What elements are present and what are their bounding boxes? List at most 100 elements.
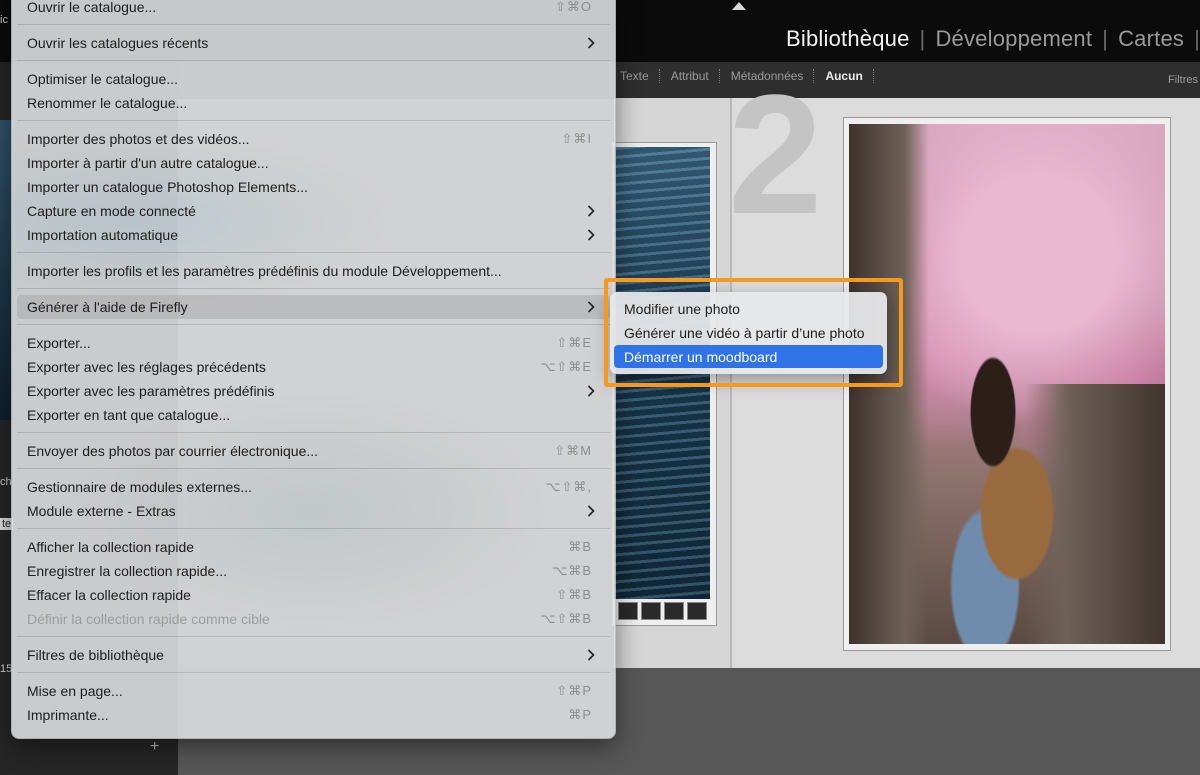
menu-item-label: Envoyer des photos par courrier électron…	[27, 443, 319, 459]
menu-item-importer-a-partir-d-un-autre-catalogue[interactable]: Importer à partir d'un autre catalogue..…	[17, 151, 610, 175]
menu-item-shortcut: ⌥⇧⌘B	[540, 611, 592, 626]
crop-badge-icon[interactable]	[641, 602, 661, 620]
menu-item-importer-des-photos-et-des-videos[interactable]: Importer des photos et des vidéos... ⇧⌘I	[17, 127, 610, 151]
menu-item-label: Exporter...	[27, 335, 91, 351]
edit-badge-icon[interactable]	[687, 602, 707, 620]
grid-cell-index: 2	[728, 60, 823, 250]
menu-item-label: Exporter avec les réglages précédents	[27, 359, 266, 375]
menu-item-shortcut: ⌘P	[568, 707, 592, 722]
menu-item-shortcut: ⇧⌘E	[556, 335, 592, 350]
left-panel-text-fragment: ch	[0, 476, 12, 488]
chevron-right-icon	[588, 229, 595, 241]
menu-item-importer-les-profils-et-les-parametres-predefinis-du-module-developpement[interactable]: Importer les profils et les paramètres p…	[17, 259, 610, 283]
module-picker: Bibliothèque | Développement | Cartes |	[776, 24, 1200, 54]
menu-item-exporter-en-tant-que-catalogue[interactable]: Exporter en tant que catalogue...	[17, 403, 610, 427]
photo-person	[929, 354, 1089, 644]
menu-item-filtres-de-bibliotheque[interactable]: Filtres de bibliothèque	[17, 643, 610, 667]
thumbnail-badges	[618, 602, 707, 620]
filter-text[interactable]: Texte	[610, 69, 659, 83]
menu-item-shortcut: ⌘B	[568, 539, 592, 554]
menu-item-effacer-la-collection-rapide[interactable]: Effacer la collection rapide ⇧⌘B	[17, 583, 610, 607]
menu-item-enregistrer-la-collection-rapide[interactable]: Enregistrer la collection rapide... ⌥⌘B	[17, 559, 610, 583]
menu-item-label: Capture en mode connecté	[27, 203, 196, 219]
left-panel-text-fragment: ic	[0, 14, 8, 26]
menu-item-shortcut: ⇧⌘I	[561, 131, 592, 146]
menu-item-label: Ouvrir les catalogues récents	[27, 35, 209, 51]
filter-none[interactable]: Aucun	[815, 69, 872, 83]
menu-separator	[17, 528, 610, 529]
filter-attribute[interactable]: Attribut	[661, 69, 719, 83]
chevron-right-icon	[588, 37, 595, 49]
menu-item-shortcut: ⇧⌘P	[556, 683, 592, 698]
menu-item-label: Filtres de bibliothèque	[27, 647, 164, 663]
menu-item-gestionnaire-de-modules-externes[interactable]: Gestionnaire de modules externes... ⌥⇧⌘,	[17, 475, 610, 499]
menu-item-exporter-avec-les-reglages-precedents[interactable]: Exporter avec les réglages précédents ⌥⇧⌘…	[17, 355, 610, 379]
menu-separator	[17, 60, 610, 61]
menu-item-label: Importer un catalogue Photoshop Elements…	[27, 179, 308, 195]
filter-divider	[872, 69, 875, 83]
callout-highlight-box	[604, 278, 903, 387]
menu-separator	[17, 24, 610, 25]
menu-item-label: Module externe - Extras	[27, 503, 176, 519]
menu-item-label: Optimiser le catalogue...	[27, 71, 178, 87]
menu-item-label: Importer des photos et des vidéos...	[27, 131, 250, 147]
menu-item-exporter[interactable]: Exporter... ⇧⌘E	[17, 331, 610, 355]
menu-separator	[17, 432, 610, 433]
add-plus-icon[interactable]: +	[150, 738, 159, 756]
collapse-panel-arrow-icon[interactable]	[732, 2, 746, 10]
menu-item-mise-en-page[interactable]: Mise en page... ⇧⌘P	[17, 679, 610, 703]
menu-item-shortcut: ⌥⇧⌘,	[545, 479, 592, 494]
menu-item-imprimante[interactable]: Imprimante... ⌘P	[17, 703, 610, 727]
menu-separator	[17, 324, 610, 325]
menu-item-label: Importation automatique	[27, 227, 178, 243]
menu-item-generer-a-l-aide-de-firefly[interactable]: Générer à l'aide de Firefly	[17, 295, 610, 319]
menu-item-importer-un-catalogue-photoshop-elements[interactable]: Importer un catalogue Photoshop Elements…	[17, 175, 610, 199]
menu-item-label: Imprimante...	[27, 707, 109, 723]
chevron-right-icon	[588, 385, 595, 397]
menu-item-envoyer-des-photos-par-courrier-electronique[interactable]: Envoyer des photos par courrier électron…	[17, 439, 610, 463]
module-library[interactable]: Bibliothèque	[776, 26, 920, 52]
menu-item-label: Afficher la collection rapide	[27, 539, 195, 555]
menu-item-label: Renommer le catalogue...	[27, 95, 188, 111]
develop-badge-icon[interactable]	[664, 602, 684, 620]
menu-item-label: Gestionnaire de modules externes...	[27, 479, 252, 495]
menu-item-capture-en-mode-connecte[interactable]: Capture en mode connecté	[17, 199, 610, 223]
menu-item-label: Définir la collection rapide comme cible	[27, 611, 270, 627]
menu-item-exporter-avec-les-parametres-predefinis[interactable]: Exporter avec les paramètres prédéfinis	[17, 379, 610, 403]
menu-separator	[17, 252, 610, 253]
chevron-right-icon	[588, 301, 595, 313]
menu-item-shortcut: ⇧⌘M	[554, 443, 592, 458]
menu-separator	[17, 288, 610, 289]
menu-item-label: Importer à partir d'un autre catalogue..…	[27, 155, 269, 171]
menu-separator	[17, 468, 610, 469]
menu-item-ouvrir-le-catalogue[interactable]: Ouvrir le catalogue... ⇧⌘O	[17, 0, 610, 19]
menu-item-label: Générer à l'aide de Firefly	[27, 299, 188, 315]
menu-item-renommer-le-catalogue[interactable]: Renommer le catalogue...	[17, 91, 610, 115]
menu-item-label: Enregistrer la collection rapide...	[27, 563, 227, 579]
module-develop[interactable]: Développement	[925, 26, 1102, 52]
menu-separator	[17, 120, 610, 121]
module-separator: |	[1194, 26, 1200, 51]
menu-item-shortcut: ⇧⌘O	[554, 0, 592, 14]
menu-item-module-externe-extras[interactable]: Module externe - Extras	[17, 499, 610, 523]
collection-badge-icon[interactable]	[618, 602, 638, 620]
chevron-right-icon	[588, 205, 595, 217]
menu-item-label: Effacer la collection rapide	[27, 587, 191, 603]
menu-item-importation-automatique[interactable]: Importation automatique	[17, 223, 610, 247]
filters-label[interactable]: Filtres	[1168, 74, 1198, 86]
menu-item-afficher-la-collection-rapide[interactable]: Afficher la collection rapide ⌘B	[17, 535, 610, 559]
menu-item-label: Mise en page...	[27, 683, 123, 699]
menu-item-ouvrir-les-catalogues-recents[interactable]: Ouvrir les catalogues récents	[17, 31, 610, 55]
menu-item-optimiser-le-catalogue[interactable]: Optimiser le catalogue...	[17, 67, 610, 91]
menu-item-shortcut: ⇧⌘B	[556, 587, 592, 602]
module-map[interactable]: Cartes	[1108, 26, 1194, 52]
menu-item-label: Importer les profils et les paramètres p…	[27, 263, 502, 279]
menu-item-label: Ouvrir le catalogue...	[27, 0, 157, 15]
menu-item-definir-la-collection-rapide-comme-cible: Définir la collection rapide comme cible…	[17, 607, 610, 631]
chevron-right-icon	[588, 649, 595, 661]
menu-separator	[17, 636, 610, 637]
menu-separator	[17, 672, 610, 673]
menu-item-shortcut: ⌥⇧⌘E	[540, 359, 592, 374]
menu-item-label: Exporter en tant que catalogue...	[27, 407, 231, 423]
file-menu: Ouvrir le catalogue... ⇧⌘O Ouvrir les cata…	[11, 0, 616, 739]
